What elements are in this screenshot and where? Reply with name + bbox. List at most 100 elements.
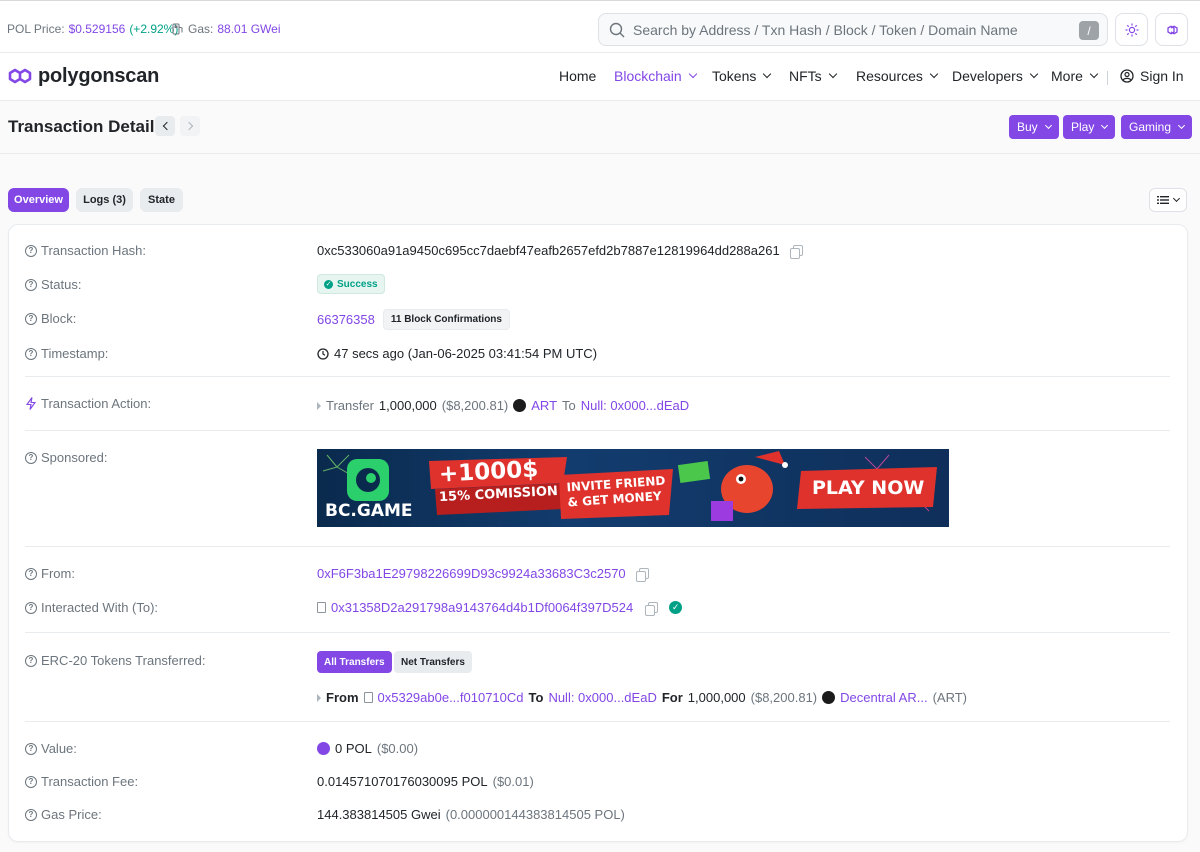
list-icon: [1157, 196, 1169, 204]
status-label: ? Status:: [25, 277, 81, 292]
sign-in-button[interactable]: Sign In: [1120, 68, 1184, 84]
nav-resources[interactable]: Resources: [856, 68, 939, 84]
nav-home[interactable]: Home: [559, 68, 596, 84]
nav-tokens[interactable]: Tokens: [712, 68, 772, 84]
nav-developers-label: Developers: [952, 68, 1023, 84]
block-label-text: Block:: [41, 311, 77, 326]
net-transfers-tab[interactable]: Net Transfers: [394, 651, 472, 673]
banner-cta: PLAY NOW: [812, 477, 925, 499]
value-label: ? Value:: [25, 741, 77, 756]
banner-headline: +1000$: [438, 456, 539, 488]
help-icon: ?: [25, 601, 37, 614]
chevron-down-icon: [1029, 69, 1039, 79]
action-value: Transfer 1,000,000 ($8,200.81) ART To Nu…: [317, 398, 689, 413]
nav-blockchain[interactable]: Blockchain: [614, 68, 697, 84]
help-icon: ?: [25, 742, 37, 755]
value-label-text: Value:: [41, 741, 77, 756]
help-icon: ?: [25, 244, 37, 257]
to-value: 0x31358D2a291798a9143764d4b1Df0064f397D5…: [317, 600, 683, 616]
search-placeholder: Search by Address / Txn Hash / Block / T…: [633, 21, 1018, 38]
caret-right-icon[interactable]: [317, 693, 321, 702]
search-input[interactable]: Search by Address / Txn Hash / Block / T…: [598, 13, 1108, 46]
erc20-from-link[interactable]: 0x5329ab0e...f010710Cd: [378, 690, 524, 705]
status-label-text: Status:: [41, 277, 82, 292]
copy-icon[interactable]: [635, 568, 649, 582]
network-switch-button[interactable]: [1155, 13, 1188, 46]
block-confirmations-badge: 11 Block Confirmations: [382, 309, 510, 330]
page-title: Transaction Details: [8, 117, 164, 136]
theme-toggle-button[interactable]: [1115, 13, 1148, 46]
value-value: 0 POL ($0.00): [317, 741, 418, 756]
nav-nfts[interactable]: NFTs: [789, 68, 837, 84]
pol-price-change: (+2.92%): [129, 22, 179, 36]
status-text: Success: [337, 278, 378, 290]
chevron-down-icon: [1101, 121, 1109, 129]
prev-transaction-button[interactable]: [155, 116, 175, 136]
help-icon: ?: [25, 347, 37, 360]
hash-label: ? Transaction Hash:: [25, 243, 146, 258]
pol-token-icon: [317, 742, 330, 755]
sign-in-label: Sign In: [1140, 68, 1184, 84]
tab-overview[interactable]: Overview: [8, 188, 69, 212]
from-address-link[interactable]: 0xF6F3ba1E29798226699D93c9924a33683C3c25…: [317, 566, 626, 581]
play-button[interactable]: Play: [1063, 115, 1116, 139]
tab-state[interactable]: State: [140, 188, 183, 212]
erc20-from-word: From: [326, 690, 359, 705]
view-options-button[interactable]: [1149, 188, 1187, 212]
page-header: Transaction Details Buy Play Gaming: [0, 101, 1200, 154]
help-icon: ?: [25, 567, 37, 580]
help-icon: ?: [25, 451, 37, 464]
pol-price-value: $0.529156: [68, 22, 126, 36]
search-icon: [609, 22, 625, 37]
action-label: Transaction Action:: [25, 396, 151, 411]
erc20-label-text: ERC-20 Tokens Transferred:: [41, 653, 206, 668]
copy-icon[interactable]: [789, 245, 803, 259]
chevron-down-icon: [1089, 69, 1099, 79]
copy-icon[interactable]: [645, 602, 659, 616]
caret-right-icon[interactable]: [317, 401, 321, 410]
polygon-logo-icon: [8, 68, 32, 84]
gasprice-pol: (0.000000144383814505 POL): [445, 807, 625, 822]
nav-developers[interactable]: Developers: [952, 68, 1039, 84]
gaming-button-label: Gaming: [1129, 120, 1172, 134]
action-dest-link[interactable]: Null: 0x000...dEaD: [581, 398, 689, 413]
site-logo[interactable]: polygonscan: [7, 64, 159, 88]
erc20-to-link[interactable]: Null: 0x000...dEaD: [548, 690, 656, 705]
nav-more[interactable]: More: [1051, 68, 1099, 84]
buy-button[interactable]: Buy: [1009, 115, 1059, 139]
contract-icon: [317, 602, 326, 613]
nav-divider: [1107, 71, 1108, 85]
fee-label: ? Transaction Fee:: [25, 774, 138, 789]
erc20-label: ? ERC-20 Tokens Transferred:: [25, 653, 206, 668]
action-token-link[interactable]: ART: [531, 398, 557, 413]
next-transaction-button[interactable]: [180, 116, 200, 136]
timestamp-label: ? Timestamp:: [25, 346, 108, 361]
play-button-label: Play: [1071, 120, 1095, 134]
sponsored-banner[interactable]: BC.GAME +1000$ 15% COMISSION INVITE FRIE…: [317, 449, 949, 527]
nav-tokens-label: Tokens: [712, 68, 757, 84]
timestamp-value: 47 secs ago (Jan-06-2025 03:41:54 PM UTC…: [317, 346, 597, 361]
gasprice-value: 144.383814505 Gwei (0.000000144383814505…: [317, 807, 625, 822]
divider: [25, 632, 1170, 633]
erc20-transfer-row: From 0x5329ab0e...f010710Cd To Null: 0x0…: [317, 690, 967, 705]
all-transfers-tab[interactable]: All Transfers: [317, 651, 392, 673]
to-address-link[interactable]: 0x31358D2a291798a9143764d4b1Df0064f397D5…: [331, 600, 633, 615]
sun-icon: [1125, 23, 1138, 36]
gas-value[interactable]: 88.01 GWei: [217, 22, 280, 36]
status-value: ✓ Success: [317, 274, 385, 294]
chevron-down-icon: [1177, 121, 1186, 129]
buy-button-label: Buy: [1017, 120, 1038, 134]
search-shortcut-key: /: [1079, 21, 1099, 40]
transaction-details-card: [8, 224, 1188, 842]
erc20-token-link[interactable]: Decentral AR...: [840, 690, 927, 705]
block-number-link[interactable]: 66376358: [317, 312, 375, 327]
fee-usd: ($0.01): [492, 774, 534, 789]
chevron-down-icon: [688, 69, 697, 79]
gaming-button[interactable]: Gaming: [1121, 115, 1193, 139]
banner-brand: BC.GAME: [325, 501, 413, 521]
tab-logs[interactable]: Logs (3): [76, 188, 133, 212]
erc20-for-word: For: [661, 690, 683, 705]
to-label-text: Interacted With (To):: [41, 600, 159, 615]
erc20-amount: 1,000,000: [687, 690, 746, 705]
action-usd: ($8,200.81): [441, 398, 509, 413]
